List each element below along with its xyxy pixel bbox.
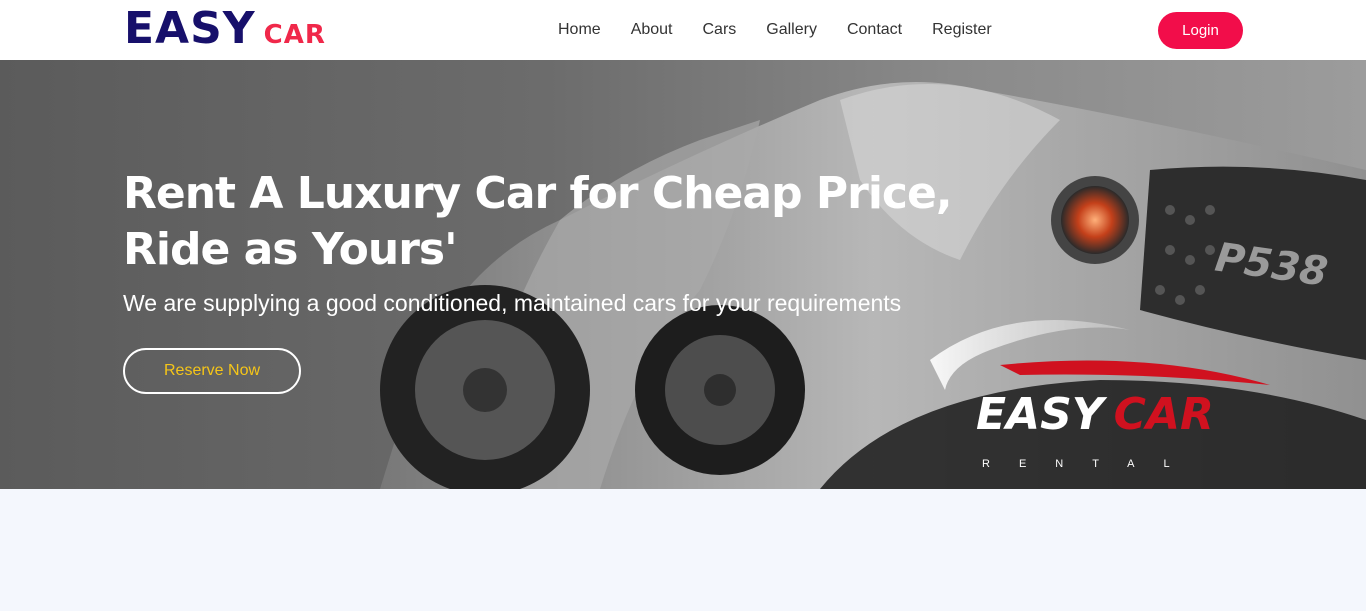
nav-link-cars[interactable]: Cars (703, 18, 737, 42)
navbar: EASY CAR Home About Cars Gallery Contact… (0, 0, 1366, 60)
hero-banner: P538 Rent A Luxury Car for Cheap Price, … (0, 60, 1366, 489)
hero-subtitle: We are supplying a good conditioned, mai… (123, 290, 902, 316)
easy-car-rental-logo: EASY CAR (976, 390, 1214, 440)
login-button[interactable]: Login (1158, 12, 1243, 49)
nav-links: Home About Cars Gallery Contact Register (543, 18, 1007, 42)
hero-title-line-2: Ride as Yours' (123, 224, 458, 275)
nav-link-gallery[interactable]: Gallery (766, 18, 817, 42)
logo-tagline: RENTAL (982, 458, 1199, 470)
nav-link-register[interactable]: Register (932, 18, 992, 42)
nav-link-home[interactable]: Home (558, 18, 601, 42)
logo-word-easy: EASY (976, 389, 1104, 440)
brand-logo[interactable]: EASY CAR (124, 4, 326, 54)
reserve-now-button[interactable]: Reserve Now (123, 348, 301, 394)
hero-title-line-1: Rent A Luxury Car for Cheap Price, (123, 168, 953, 219)
brand-main-text: EASY (124, 3, 256, 54)
content-area (0, 489, 1366, 611)
hero-title: Rent A Luxury Car for Cheap Price, Ride … (123, 166, 1023, 278)
logo-word-car: CAR (1113, 389, 1214, 440)
nav-link-contact[interactable]: Contact (847, 18, 902, 42)
nav-link-about[interactable]: About (631, 18, 673, 42)
brand-sub-text: CAR (263, 20, 326, 50)
